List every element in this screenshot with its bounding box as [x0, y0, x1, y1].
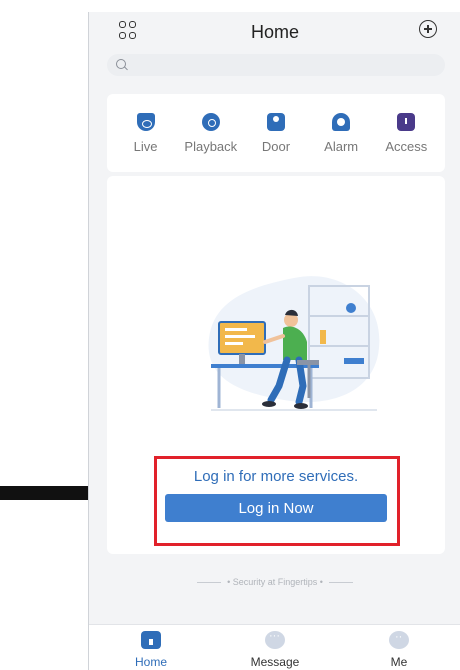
tagline: • Security at Fingertips • — [89, 577, 460, 587]
phone-screen: Home Live Playback Door Alarm Access Log… — [88, 12, 460, 670]
tagline-divider — [197, 581, 222, 583]
door-icon — [266, 112, 285, 131]
tab-me[interactable]: Me — [337, 625, 460, 670]
search-input[interactable] — [107, 54, 445, 76]
add-device-icon[interactable] — [419, 20, 437, 38]
service-access[interactable]: Access — [376, 112, 436, 154]
access-icon — [397, 112, 416, 131]
profile-icon — [389, 631, 409, 649]
tab-label: Me — [390, 655, 408, 669]
service-alarm[interactable]: Alarm — [311, 112, 371, 154]
page-title: Home — [250, 21, 299, 42]
tab-home[interactable]: Home — [89, 625, 213, 670]
alarm-icon — [332, 112, 351, 131]
services-panel: Live Playback Door Alarm Access — [107, 94, 445, 172]
tab-message[interactable]: Message — [213, 625, 337, 670]
screenshot-page: Home Live Playback Door Alarm Access Log… — [0, 0, 460, 670]
service-label: Access — [385, 138, 428, 154]
workspace-illustration — [208, 276, 380, 411]
message-icon — [265, 630, 285, 649]
service-label: Alarm — [324, 138, 359, 154]
home-icon — [141, 631, 161, 649]
service-playback[interactable]: Playback — [181, 112, 241, 154]
camera-icon — [136, 112, 155, 131]
playback-icon — [201, 112, 220, 131]
grid-menu-icon[interactable] — [119, 21, 137, 39]
app-header: Home — [89, 12, 460, 52]
highlight-box — [154, 456, 400, 546]
service-label: Playback — [184, 138, 238, 154]
search-icon — [116, 59, 126, 69]
tagline-text: • Security at Fingertips • — [227, 577, 323, 587]
tagline-divider — [328, 581, 353, 583]
service-live[interactable]: Live — [116, 112, 176, 154]
service-label: Door — [261, 138, 291, 154]
tab-label: Message — [250, 655, 300, 669]
bottom-tab-bar: Home Message Me — [89, 624, 460, 670]
service-label: Live — [133, 138, 158, 154]
service-door[interactable]: Door — [246, 112, 306, 154]
tab-label: Home — [134, 655, 167, 669]
